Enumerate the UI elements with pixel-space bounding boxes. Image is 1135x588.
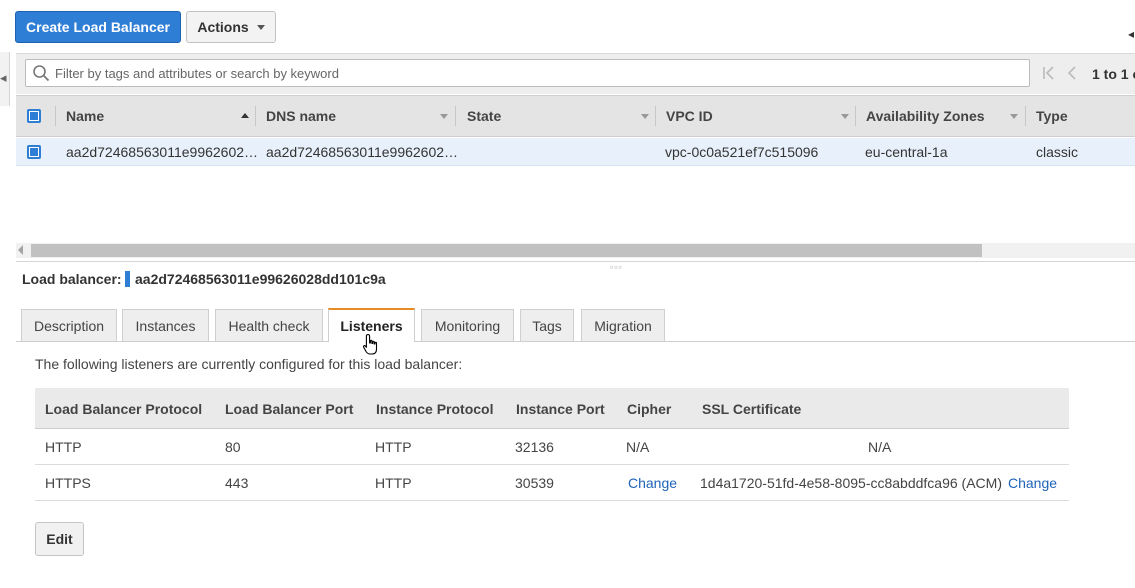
load-balancer-label: Load balancer: [22, 271, 122, 287]
column-divider [255, 106, 256, 126]
column-header-name[interactable]: Name [66, 95, 104, 137]
listeners-intro-text: The following listeners are currently co… [35, 356, 463, 372]
cell-instance-port: 30539 [515, 475, 554, 491]
pager-range: 1 to 1 of 1 [1092, 66, 1135, 82]
actions-dropdown-button[interactable]: Actions [186, 11, 276, 43]
hand-cursor-icon [362, 333, 378, 355]
column-divider [655, 106, 656, 126]
search-icon [33, 65, 50, 82]
panel-toggle-icon[interactable]: ◂ [1128, 27, 1134, 41]
create-load-balancer-button[interactable]: Create Load Balancer [15, 11, 181, 43]
tab-migration[interactable]: Migration [581, 309, 665, 341]
actions-label: Actions [197, 19, 249, 35]
cell-instance-protocol: HTTP [375, 475, 412, 491]
tab-monitoring[interactable]: Monitoring [421, 309, 514, 341]
scroll-left-icon[interactable] [18, 245, 23, 255]
column-divider [455, 106, 456, 126]
column-header-state[interactable]: State [467, 95, 501, 137]
column-header-cipher: Cipher [627, 400, 672, 417]
tab-tags[interactable]: Tags [520, 309, 574, 341]
load-balancer-name: aa2d72468563011e99626028dd101c9a [135, 271, 386, 287]
column-header-availability-zones[interactable]: Availability Zones [866, 95, 985, 137]
tab-health-check[interactable]: Health check [215, 309, 323, 341]
selection-marker [125, 271, 130, 287]
column-divider [55, 106, 56, 126]
tab-instances[interactable]: Instances [122, 309, 209, 341]
tab-description[interactable]: Description [21, 309, 117, 341]
column-header-type[interactable]: Type [1036, 95, 1068, 137]
chevron-down-icon [256, 24, 265, 30]
cell-lb-port: 443 [225, 475, 249, 491]
sort-asc-icon[interactable] [241, 113, 249, 118]
cell-type: classic [1036, 144, 1079, 160]
sort-icon[interactable] [641, 114, 649, 119]
cell-dns-name: aa2d72468563011e9962602… [266, 144, 459, 160]
column-divider [1025, 106, 1026, 126]
column-header-lb-port: Load Balancer Port [225, 400, 354, 417]
cell-lb-port: 80 [225, 439, 241, 455]
change-cipher-link[interactable]: Change [628, 465, 677, 501]
row-checkbox[interactable] [27, 145, 41, 159]
change-ssl-certificate-link[interactable]: Change [1008, 465, 1057, 501]
search-input[interactable] [55, 61, 1015, 85]
sort-icon[interactable] [440, 114, 448, 119]
pager-prev-icon[interactable] [1066, 65, 1078, 81]
cell-instance-port: 32136 [515, 439, 554, 455]
column-header-dns-name[interactable]: DNS name [266, 95, 336, 137]
cell-availability-zones: eu-central-1a [865, 144, 948, 160]
column-header-instance-protocol: Instance Protocol [376, 400, 494, 417]
cell-instance-protocol: HTTP [375, 439, 412, 455]
select-all-checkbox[interactable] [27, 109, 41, 123]
cell-cipher: N/A [626, 439, 650, 455]
column-header-instance-port: Instance Port [516, 400, 605, 417]
cell-ssl-certificate: N/A [868, 439, 892, 455]
cell-ssl-certificate: 1d4a1720-51fd-4e58-8095-cc8abddfca96 (AC… [700, 475, 1002, 491]
sort-icon[interactable] [1010, 114, 1018, 119]
edit-listeners-button[interactable]: Edit [35, 522, 84, 556]
collapse-nav-icon[interactable]: ◂ [0, 70, 7, 86]
column-header-ssl-certificate: SSL Certificate [702, 400, 802, 417]
column-header-vpc-id[interactable]: VPC ID [666, 95, 713, 137]
column-divider [855, 106, 856, 126]
tab-bar-border [16, 341, 1135, 342]
scrollbar-thumb[interactable] [31, 244, 982, 257]
panel-divider[interactable] [16, 261, 1135, 262]
sort-icon[interactable] [841, 114, 849, 119]
cell-name: aa2d72468563011e9962602… [66, 144, 259, 160]
pager-first-icon[interactable] [1042, 65, 1056, 81]
resize-grip-icon[interactable]: ▫▫▫ [610, 262, 623, 272]
column-header-lb-protocol: Load Balancer Protocol [45, 400, 203, 417]
cell-lb-protocol: HTTP [45, 439, 82, 455]
cell-lb-protocol: HTTPS [45, 475, 91, 491]
cell-vpc-id: vpc-0c0a521ef7c515096 [665, 144, 819, 160]
